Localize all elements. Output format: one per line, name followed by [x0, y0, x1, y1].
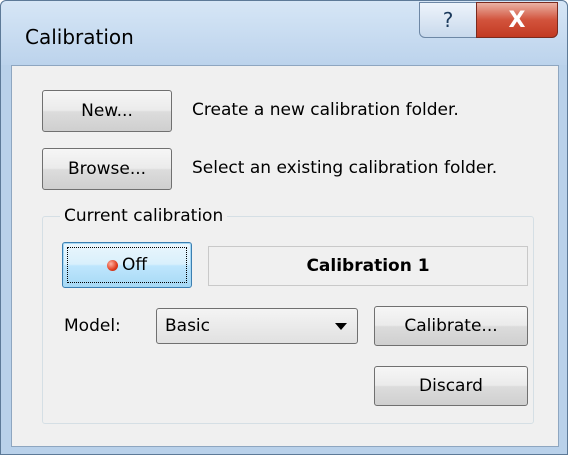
close-button[interactable]: X — [476, 2, 558, 38]
title-bar[interactable]: Calibration ? X — [1, 1, 567, 65]
help-icon: ? — [442, 8, 454, 32]
model-label: Model: — [64, 316, 121, 336]
chevron-down-icon — [335, 323, 347, 330]
current-calibration-label: Current calibration — [60, 206, 228, 226]
browse-description: Select an existing calibration folder. — [192, 158, 498, 178]
new-button[interactable]: New... — [42, 90, 172, 132]
model-select[interactable]: Basic — [156, 308, 358, 344]
focus-ring — [67, 247, 187, 283]
window-title: Calibration — [25, 25, 134, 49]
new-description: Create a new calibration folder. — [192, 100, 459, 120]
calibrate-button[interactable]: Calibrate... — [374, 306, 528, 346]
close-icon: X — [508, 7, 526, 33]
model-select-value: Basic — [165, 316, 211, 336]
discard-button[interactable]: Discard — [374, 366, 528, 406]
browse-button[interactable]: Browse... — [42, 148, 172, 190]
help-button[interactable]: ? — [419, 2, 477, 38]
calibration-dialog: Calibration ? X New... Create a new cali… — [0, 0, 568, 455]
calibration-name-display: Calibration 1 — [208, 246, 528, 286]
calibration-toggle-button[interactable]: Off — [62, 242, 192, 288]
dialog-body: New... Create a new calibration folder. … — [11, 65, 559, 447]
